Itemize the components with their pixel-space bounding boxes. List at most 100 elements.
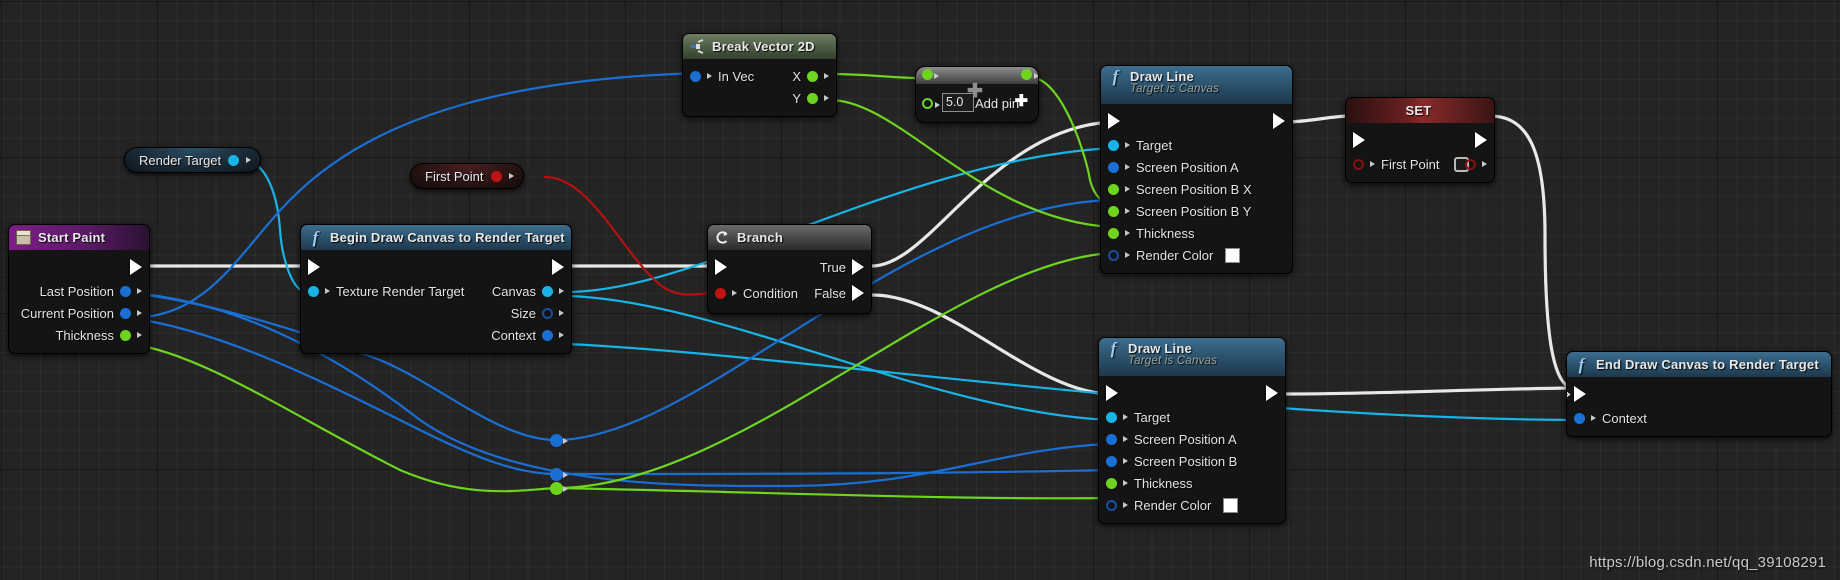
pin-dot-float[interactable] — [1106, 477, 1117, 489]
pin-size[interactable]: Size — [511, 306, 564, 321]
pin-exec-true[interactable]: True — [820, 259, 864, 275]
add-pin-label[interactable]: Add pin — [975, 96, 1019, 111]
pin-dot-float-in-b[interactable] — [922, 98, 933, 109]
node-end-draw-canvas-to-render-target[interactable]: f End Draw Canvas to Render Target Conte — [1566, 351, 1832, 437]
pin-texture-render-target[interactable]: Texture Render Target — [308, 284, 464, 299]
getter-first-point[interactable]: First Point — [410, 163, 524, 189]
pin-screen-position-b[interactable]: Screen Position B — [1106, 454, 1237, 469]
pin-dot-bool[interactable] — [1465, 158, 1476, 170]
pin-dot-vector2d[interactable] — [1106, 455, 1117, 467]
node-branch[interactable]: Branch True Condition False — [707, 224, 872, 314]
pin-dot-float[interactable] — [1108, 227, 1119, 239]
add-pin-plus-icon[interactable]: ✚ — [1015, 94, 1028, 110]
pin-dot-vector2d[interactable] — [120, 285, 131, 297]
pin-canvas[interactable]: Canvas — [492, 284, 564, 299]
pin-exec-out[interactable] — [1266, 385, 1278, 401]
pin-dot-float[interactable] — [807, 92, 818, 104]
pin-dot-vector2d[interactable] — [120, 307, 131, 319]
pin-screen-position-b-y[interactable]: Screen Position B Y — [1108, 204, 1251, 219]
pin-target[interactable]: Target — [1108, 138, 1172, 153]
pin-dot-struct[interactable] — [1108, 249, 1119, 261]
pin-dot-object[interactable] — [542, 285, 553, 297]
pin-dot-vector2d[interactable] — [1106, 433, 1117, 445]
node-body: In Vec X Y — [683, 59, 836, 116]
pin-exec-in[interactable] — [715, 259, 727, 275]
pin-dot-float-in-a[interactable] — [922, 69, 933, 80]
pin-dot-vector2d[interactable] — [690, 70, 701, 82]
pin-exec-false[interactable]: False — [814, 285, 864, 301]
node-set-first-point[interactable]: SET First Point — [1345, 97, 1495, 183]
node-draw-line-1[interactable]: f Draw Line Target is Canvas Target Scre… — [1100, 65, 1293, 274]
reroute-dot-vector2d[interactable] — [550, 434, 563, 447]
pin-first-point-out[interactable] — [1465, 158, 1487, 170]
pin-context[interactable]: Context — [491, 328, 564, 343]
pin-first-point[interactable]: First Point — [1353, 156, 1469, 172]
pin-screen-position-a[interactable]: Screen Position A — [1106, 432, 1237, 447]
reroute-node-last-position[interactable] — [550, 434, 568, 447]
color-swatch[interactable] — [1225, 247, 1241, 263]
pin-dot-struct[interactable] — [542, 329, 553, 341]
node-draw-line-2[interactable]: f Draw Line Target is Canvas Target Scre… — [1098, 337, 1286, 524]
pin-context[interactable]: Context — [1574, 411, 1647, 426]
node-body: First Point — [1346, 123, 1494, 182]
pin-arrow-icon — [732, 290, 737, 296]
pin-dot-struct[interactable] — [1574, 412, 1585, 424]
node-add[interactable]: ✚ 5.0 Add pin ✚ — [915, 66, 1039, 123]
color-swatch[interactable] — [1223, 497, 1239, 513]
pin-target[interactable]: Target — [1106, 410, 1170, 425]
pin-exec-out[interactable] — [1567, 386, 1571, 403]
node-begin-draw-canvas-to-render-target[interactable]: f Begin Draw Canvas to Render Target Tex… — [300, 224, 572, 354]
pin-dot-float-out[interactable] — [1021, 69, 1032, 80]
pin-render-color[interactable]: Render Color — [1108, 247, 1241, 263]
pin-exec-out[interactable] — [1273, 113, 1285, 129]
pin-exec-out[interactable] — [130, 259, 142, 275]
pin-render-color[interactable]: Render Color — [1106, 497, 1239, 513]
pin-exec-in[interactable] — [1574, 386, 1586, 402]
pin-y[interactable]: Y — [792, 91, 829, 106]
pin-dot-bool[interactable] — [490, 170, 502, 182]
pin-dot-struct[interactable] — [1106, 499, 1117, 511]
pin-x[interactable]: X — [792, 69, 829, 84]
node-start-paint[interactable]: Start Paint Last Position Current Positi… — [8, 224, 150, 354]
reroute-dot-vector2d[interactable] — [550, 468, 563, 481]
node-title: Draw Line — [1130, 69, 1194, 84]
pin-exec-out[interactable] — [1475, 132, 1487, 148]
reroute-node-current-position[interactable] — [550, 468, 568, 481]
pin-dot-object[interactable] — [1108, 139, 1119, 151]
pin-screen-position-b-x[interactable]: Screen Position B X — [1108, 182, 1252, 197]
getter-render-target[interactable]: Render Target — [124, 147, 262, 173]
pin-exec-in[interactable] — [1106, 385, 1118, 401]
pin-dot-object[interactable] — [228, 154, 240, 166]
pin-screen-position-a[interactable]: Screen Position A — [1108, 160, 1239, 175]
pin-arrow-icon — [1125, 230, 1130, 236]
pin-dot-vector2d[interactable] — [1108, 161, 1119, 173]
node-break-vector-2d[interactable]: Break Vector 2D In Vec X Y — [682, 33, 837, 117]
pin-dot-float[interactable] — [1108, 205, 1119, 217]
pin-dot-object[interactable] — [308, 285, 319, 297]
pin-dot-bool[interactable] — [715, 287, 726, 299]
pin-dot-float[interactable] — [120, 329, 131, 341]
pin-dot-struct[interactable] — [542, 307, 553, 319]
node-body: Texture Render Target Canvas Size Contex… — [301, 250, 571, 353]
pin-dot-float[interactable] — [807, 70, 818, 82]
add-value-input[interactable]: 5.0 — [942, 93, 974, 112]
pin-current-position[interactable]: Current Position — [21, 306, 142, 321]
pin-in-vec[interactable]: In Vec — [690, 69, 754, 84]
pin-exec-in[interactable] — [1353, 132, 1365, 148]
pin-exec-out[interactable] — [552, 259, 564, 275]
pin-dot-float[interactable] — [1108, 183, 1119, 195]
pin-exec-in[interactable] — [1108, 113, 1120, 129]
pin-thickness[interactable]: Thickness — [1108, 226, 1195, 241]
pin-row-thickness: Thickness — [1099, 472, 1285, 494]
pin-thickness[interactable]: Thickness — [1106, 476, 1193, 491]
reroute-node-thickness[interactable] — [550, 482, 568, 495]
reroute-dot-float[interactable] — [550, 482, 563, 495]
pin-thickness[interactable]: Thickness — [55, 328, 142, 343]
wire-exec-drawline2-to-enddraw — [1280, 386, 1574, 396]
pin-exec-in[interactable] — [308, 259, 320, 275]
pin-dot-bool[interactable] — [1353, 158, 1364, 170]
pin-condition[interactable]: Condition — [715, 286, 798, 301]
blueprint-graph-canvas[interactable]: Start Paint Last Position Current Positi… — [0, 0, 1840, 580]
pin-last-position[interactable]: Last Position — [40, 284, 142, 299]
pin-dot-object[interactable] — [1106, 411, 1117, 423]
